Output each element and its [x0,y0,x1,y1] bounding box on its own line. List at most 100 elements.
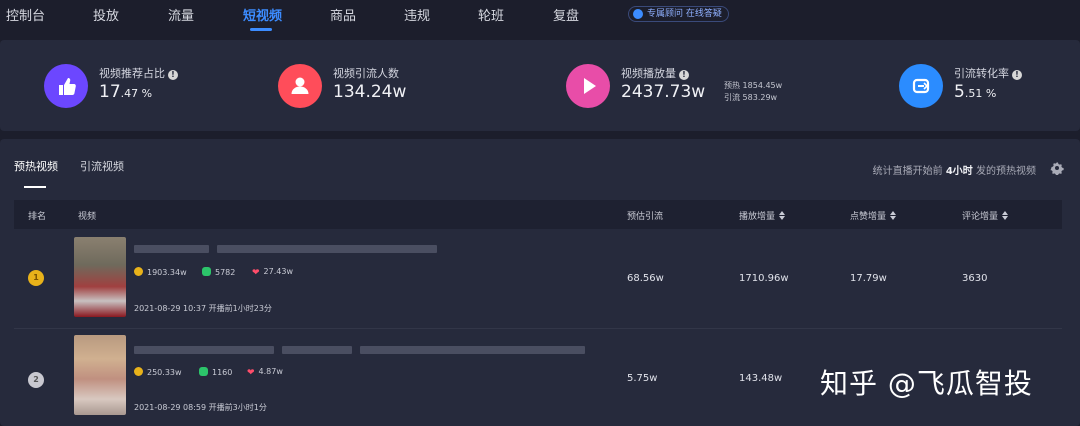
th-like-increase[interactable]: 点赞增量 [850,209,897,222]
like-increase-value: 17.79w [850,273,887,284]
publish-time: 2021-08-29 10:37 开播前1小时23分 [134,303,272,314]
play-increase-value: 143.48w [739,373,783,384]
view-count: 1903.34w [134,267,187,277]
th-play-increase[interactable]: 播放增量 [739,209,786,222]
blurred-title [360,346,585,354]
like-value: 27.43w [263,267,293,276]
stats-card: 视频推荐占比! 17.47 % 视频引流人数 134.24w 视频播放量! 24… [0,40,1080,131]
like-value: 4.87w [258,367,283,376]
nav-item-ads[interactable]: 投放 [93,5,119,24]
note-prefix: 统计直播开始前 [872,166,946,177]
table-row[interactable]: 1 1903.34w 5782 ❤ 27.43w 2021-08-29 10:37… [14,230,1062,328]
play-increase-value: 1710.96w [739,273,789,284]
info-icon[interactable]: ! [168,70,178,80]
info-icon[interactable]: ! [1012,70,1022,80]
like-count: ❤ 4.87w [247,367,283,378]
nav-item-products[interactable]: 商品 [330,5,356,24]
heart-icon: ❤ [252,268,260,278]
view-count: 250.33w [134,367,182,377]
thumbs-up-icon [44,64,88,108]
view-value: 250.33w [147,368,182,377]
heart-icon: ❤ [247,368,255,378]
stat-value: 2437.73w [621,82,706,102]
sort-icon [779,211,786,220]
th-comment-increase[interactable]: 评论增量 [962,209,1009,222]
warmup-label: 预热 [724,81,740,90]
tab-active-indicator [24,186,46,188]
info-icon[interactable]: ! [679,70,689,80]
gold-medal-icon: 1 [28,270,44,286]
stat-value: 17 [99,82,121,102]
blurred-title [217,245,437,253]
eye-icon [134,267,143,276]
comment-value: 1160 [212,368,233,377]
stat-value-fraction: .47 % [120,87,153,100]
comment-value: 5782 [215,268,236,277]
nav-item-review[interactable]: 复盘 [553,5,579,24]
publish-time: 2021-08-29 08:59 开播前3小时1分 [134,402,267,413]
video-thumbnail[interactable] [74,335,126,415]
stat-value: 134.24w [333,82,407,102]
sort-icon [890,211,897,220]
stat-label: 视频推荐占比 [99,67,165,80]
th-label: 播放增量 [739,212,776,222]
relative-time: 开播前1小时23分 [208,304,272,313]
th-label: 点赞增量 [850,212,887,222]
stat-label: 视频播放量 [621,67,676,80]
est-traffic-value: 5.75w [627,373,658,384]
comment-count: 5782 [202,267,235,277]
nav-item-traffic[interactable]: 流量 [168,5,194,24]
traffic-value: 583.29w [742,93,778,102]
comment-icon [202,267,211,276]
comment-icon [199,367,208,376]
consult-button[interactable]: 专属顾问 在线答疑 [628,6,729,22]
silver-medal-icon: 2 [28,372,44,388]
comment-increase-value: 3630 [962,273,988,284]
comment-count: 1160 [199,367,232,377]
publish-date: 2021-08-29 08:59 [134,403,207,412]
rank-number: 2 [33,375,39,384]
gear-icon[interactable] [1050,161,1064,175]
stat-note: 统计直播开始前 4小时 发的预热视频 [873,162,1036,177]
tab-warmup-videos[interactable]: 预热视频 [14,158,58,174]
stat-label: 引流转化率 [954,67,1009,80]
rank-number: 1 [33,273,39,282]
convert-icon [899,64,943,108]
nav-item-console[interactable]: 控制台 [6,5,45,24]
chat-icon [633,9,643,19]
watermark: 知乎 @飞瓜智投 [820,367,1033,400]
th-video: 视频 [78,212,97,222]
video-thumbnail[interactable] [74,237,126,317]
th-rank: 排名 [28,212,47,222]
view-value: 1903.34w [147,268,187,277]
publish-date: 2021-08-29 10:37 [134,304,207,313]
est-traffic-value: 68.56w [627,273,664,284]
eye-icon [134,367,143,376]
sort-icon [1002,211,1009,220]
blurred-title [134,346,274,354]
relative-time: 开播前3小时1分 [208,403,267,412]
th-label: 评论增量 [962,212,999,222]
consult-label: 专属顾问 在线答疑 [647,9,722,19]
note-suffix: 发的预热视频 [972,166,1036,177]
stat-value: 5 [954,82,965,102]
play-icon [566,64,610,108]
stat-label: 视频引流人数 [333,67,399,80]
th-est-traffic: 预估引流 [627,212,664,222]
nav-item-shifts[interactable]: 轮班 [478,5,504,24]
top-nav: 控制台 投放 流量 短视频 商品 违规 轮班 复盘 专属顾问 在线答疑 [0,0,1080,32]
blurred-title [282,346,352,354]
like-count: ❤ 27.43w [252,267,293,278]
note-highlight: 4小时 [945,166,973,177]
traffic-label: 引流 [724,93,740,102]
warmup-value: 1854.45w [742,81,783,90]
blurred-title [134,245,209,253]
nav-item-violations[interactable]: 违规 [404,5,430,24]
play-breakdown: 预热 1854.45w 引流 583.29w [724,80,782,104]
nav-active-indicator [250,28,272,31]
table-header: 排名 视频 预估引流 播放增量 点赞增量 评论增量 [14,200,1062,229]
user-icon [278,64,322,108]
nav-item-short-video[interactable]: 短视频 [243,5,282,24]
stat-value-fraction: .51 % [964,87,997,100]
tab-traffic-videos[interactable]: 引流视频 [80,158,124,174]
